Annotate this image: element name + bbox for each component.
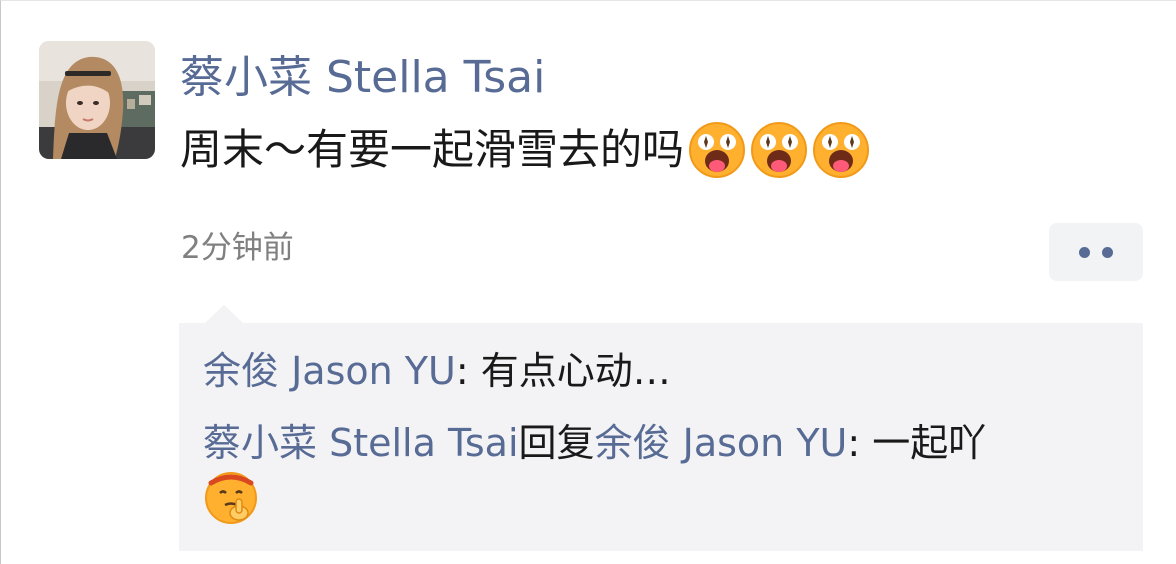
comment-text: 一起吖 — [872, 421, 987, 465]
comment-author-name[interactable]: 蔡小菜 Stella Tsai — [203, 421, 519, 465]
excited-face-emoji — [812, 121, 870, 179]
comment-text: 有点心动… — [480, 349, 671, 393]
reply-target-name[interactable]: 余俊 Jason YU — [595, 421, 848, 465]
avatar-photo — [39, 41, 155, 159]
comment-arrow — [205, 305, 243, 323]
comment-item: 蔡小菜 Stella Tsai回复余俊 Jason YU: 一起吖 — [203, 417, 986, 469]
post-text: 周末～有要一起滑雪去的吗 — [180, 125, 685, 174]
avatar[interactable] — [39, 41, 155, 159]
comment-section: 余俊 Jason YU: 有点心动… 蔡小菜 Stella Tsai回复余俊 J… — [179, 323, 1143, 551]
more-dots-icon[interactable] — [1049, 223, 1143, 281]
reply-word: 回复 — [518, 421, 595, 465]
post-author-name[interactable]: 蔡小菜 Stella Tsai — [180, 49, 545, 107]
excited-face-emoji — [688, 121, 746, 179]
shush-thinking-face-emoji — [203, 469, 259, 525]
more-dot — [1102, 246, 1113, 258]
post-time: 2分钟前 — [181, 230, 294, 266]
post-content: 周末～有要一起滑雪去的吗 — [180, 119, 870, 181]
excited-face-emoji — [750, 121, 808, 179]
comment-separator: : — [847, 421, 873, 465]
moment-card: 蔡小菜 Stella Tsai 周末～有要一起滑雪去的吗 2分钟前 余俊 Jas… — [0, 0, 1176, 564]
comment-separator: : — [455, 349, 481, 393]
comment-item: 余俊 Jason YU: 有点心动… — [203, 345, 671, 397]
more-dot — [1079, 246, 1090, 258]
comment-author-name[interactable]: 余俊 Jason YU — [203, 349, 456, 393]
